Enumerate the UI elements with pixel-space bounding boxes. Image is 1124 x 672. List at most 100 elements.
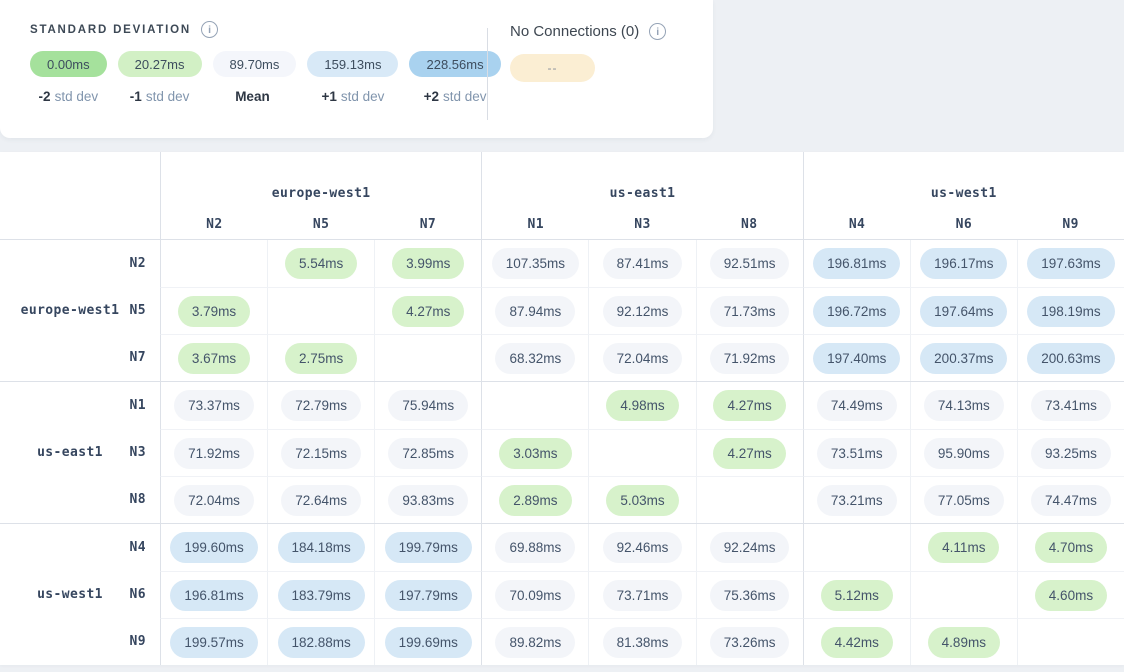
latency-pill[interactable]: 87.94ms <box>495 296 575 327</box>
latency-pill[interactable]: 93.83ms <box>388 485 468 516</box>
latency-pill[interactable]: 107.35ms <box>492 248 579 279</box>
latency-pill[interactable]: 73.26ms <box>710 627 790 658</box>
latency-pill[interactable]: 72.85ms <box>388 438 468 469</box>
latency-pill[interactable]: 72.64ms <box>281 485 361 516</box>
legend-items: 0.00ms -2std dev 20.27ms -1std dev 89.70… <box>30 51 501 104</box>
latency-cell-empty <box>803 524 910 571</box>
latency-pill[interactable]: 196.81ms <box>813 248 900 279</box>
latency-cell-empty <box>267 287 374 334</box>
latency-pill[interactable]: 74.47ms <box>1031 485 1111 516</box>
latency-pill[interactable]: 182.88ms <box>278 627 365 658</box>
latency-pill[interactable]: 72.04ms <box>603 343 683 374</box>
latency-pill[interactable]: 77.05ms <box>924 485 1004 516</box>
latency-pill[interactable]: 199.57ms <box>170 627 257 658</box>
latency-pill[interactable]: 73.21ms <box>817 485 897 516</box>
latency-pill[interactable]: 72.04ms <box>174 485 254 516</box>
latency-pill[interactable]: 92.51ms <box>710 248 790 279</box>
latency-pill[interactable]: 81.38ms <box>603 627 683 658</box>
latency-pill[interactable]: 196.17ms <box>920 248 1007 279</box>
latency-pill[interactable]: 72.15ms <box>281 438 361 469</box>
column-node-label: N1 <box>482 217 589 232</box>
latency-pill[interactable]: 200.37ms <box>920 343 1007 374</box>
latency-pill[interactable]: 183.79ms <box>278 580 365 611</box>
latency-pill[interactable]: 68.32ms <box>495 343 575 374</box>
column-region-label: us-east1 <box>482 186 802 201</box>
matrix-header: europe-west1N2N5N7us-east1N1N3N8us-west1… <box>0 152 1124 240</box>
info-icon[interactable]: i <box>201 21 218 38</box>
latency-pill[interactable]: 75.36ms <box>710 580 790 611</box>
latency-pill[interactable]: 4.27ms <box>713 438 785 469</box>
latency-pill[interactable]: 71.73ms <box>710 296 790 327</box>
latency-cell: 183.79ms <box>267 571 374 618</box>
latency-pill[interactable]: 4.70ms <box>1035 532 1107 563</box>
latency-pill[interactable]: 4.89ms <box>928 627 1000 658</box>
latency-pill[interactable]: 3.99ms <box>392 248 464 279</box>
latency-pill[interactable]: 4.11ms <box>928 532 999 563</box>
latency-pill[interactable]: 3.67ms <box>178 343 250 374</box>
legend-item: 89.70ms Mean <box>213 51 297 104</box>
latency-pill[interactable]: 196.72ms <box>813 296 900 327</box>
latency-pill[interactable]: 184.18ms <box>278 532 365 563</box>
latency-pill[interactable]: 93.25ms <box>1031 438 1111 469</box>
legend-label: -1std dev <box>130 89 190 104</box>
latency-pill[interactable]: 92.46ms <box>603 532 683 563</box>
latency-cell: 197.79ms <box>374 571 481 618</box>
latency-pill[interactable]: 4.27ms <box>713 390 785 421</box>
latency-pill[interactable]: 87.41ms <box>603 248 683 279</box>
column-node-label: N4 <box>804 217 911 232</box>
latency-pill[interactable]: 5.54ms <box>285 248 357 279</box>
latency-pill[interactable]: 92.12ms <box>603 296 683 327</box>
latency-pill[interactable]: 196.81ms <box>170 580 257 611</box>
latency-pill[interactable]: 197.40ms <box>813 343 900 374</box>
latency-cell: 73.41ms <box>1017 382 1124 429</box>
latency-pill[interactable]: 197.63ms <box>1027 248 1114 279</box>
latency-pill[interactable]: 4.60ms <box>1035 580 1107 611</box>
latency-pill[interactable]: 71.92ms <box>710 343 790 374</box>
latency-pill[interactable]: 199.69ms <box>385 627 472 658</box>
latency-cell: 4.60ms <box>1017 571 1124 618</box>
latency-pill[interactable]: 73.37ms <box>174 390 254 421</box>
latency-pill[interactable]: 197.79ms <box>385 580 472 611</box>
latency-cell-empty <box>696 476 803 523</box>
latency-pill[interactable]: 200.63ms <box>1027 343 1114 374</box>
latency-cell: 73.26ms <box>696 618 803 665</box>
latency-pill[interactable]: 75.94ms <box>388 390 468 421</box>
latency-cell: 77.05ms <box>910 476 1017 523</box>
legend-pill: 0.00ms <box>30 51 107 77</box>
latency-cell: 72.15ms <box>267 429 374 476</box>
latency-pill[interactable]: 73.41ms <box>1031 390 1111 421</box>
latency-pill[interactable]: 5.03ms <box>606 485 678 516</box>
latency-pill[interactable]: 74.13ms <box>924 390 1004 421</box>
latency-cell: 71.73ms <box>696 287 803 334</box>
latency-cell: 4.27ms <box>696 429 803 476</box>
latency-pill[interactable]: 69.88ms <box>495 532 575 563</box>
latency-pill[interactable]: 72.79ms <box>281 390 361 421</box>
latency-pill[interactable]: 89.82ms <box>495 627 575 658</box>
latency-pill[interactable]: 198.19ms <box>1027 296 1114 327</box>
latency-pill[interactable]: 71.92ms <box>174 438 254 469</box>
latency-pill[interactable]: 197.64ms <box>920 296 1007 327</box>
latency-cell: 92.12ms <box>588 287 695 334</box>
latency-pill[interactable]: 199.60ms <box>170 532 257 563</box>
latency-pill[interactable]: 4.98ms <box>606 390 678 421</box>
latency-pill[interactable]: 73.51ms <box>817 438 897 469</box>
latency-pill[interactable]: 5.12ms <box>821 580 893 611</box>
latency-pill[interactable]: 4.42ms <box>821 627 893 658</box>
latency-pill[interactable]: 92.24ms <box>710 532 790 563</box>
latency-pill[interactable]: 73.71ms <box>603 580 683 611</box>
latency-pill[interactable]: 4.27ms <box>392 296 464 327</box>
latency-pill[interactable]: 199.79ms <box>385 532 472 563</box>
latency-pill[interactable]: 74.49ms <box>817 390 897 421</box>
latency-cell: 71.92ms <box>160 429 267 476</box>
latency-pill[interactable]: 2.89ms <box>499 485 571 516</box>
latency-pill[interactable]: 2.75ms <box>285 343 357 374</box>
latency-pill[interactable]: 3.03ms <box>499 438 571 469</box>
latency-cell: 4.42ms <box>803 618 910 665</box>
latency-cell: 4.98ms <box>588 382 695 429</box>
latency-cell: 4.27ms <box>374 287 481 334</box>
latency-pill[interactable]: 95.90ms <box>924 438 1004 469</box>
latency-pill[interactable]: 70.09ms <box>495 580 575 611</box>
info-icon[interactable]: i <box>649 23 666 40</box>
latency-pill[interactable]: 3.79ms <box>178 296 250 327</box>
latency-matrix: europe-west1N2N5N7us-east1N1N3N8us-west1… <box>0 152 1124 665</box>
